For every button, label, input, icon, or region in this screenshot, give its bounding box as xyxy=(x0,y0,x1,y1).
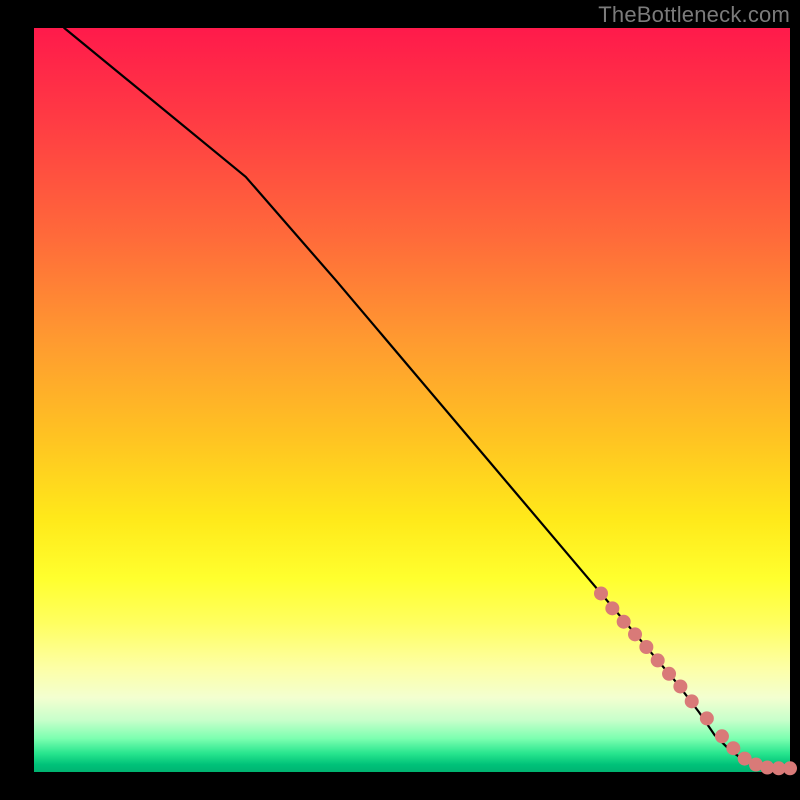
watermark-text: TheBottleneck.com xyxy=(598,2,790,28)
data-point xyxy=(617,615,631,629)
data-point xyxy=(673,679,687,693)
data-point xyxy=(605,601,619,615)
data-point xyxy=(700,711,714,725)
curve-layer xyxy=(64,28,790,768)
data-point xyxy=(726,741,740,755)
plot-area xyxy=(34,28,790,772)
data-point xyxy=(662,667,676,681)
data-point xyxy=(639,640,653,654)
chart-svg xyxy=(34,28,790,772)
chart-frame: TheBottleneck.com xyxy=(0,0,800,800)
data-point xyxy=(651,653,665,667)
data-point xyxy=(783,761,797,775)
data-point xyxy=(594,586,608,600)
bottleneck-curve xyxy=(64,28,790,768)
data-point xyxy=(685,694,699,708)
data-point xyxy=(628,627,642,641)
dots-layer xyxy=(594,586,797,775)
data-point xyxy=(715,729,729,743)
